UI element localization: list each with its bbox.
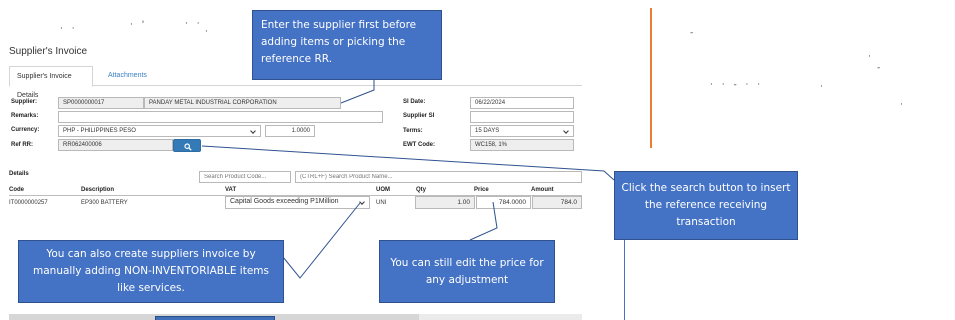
connector-price — [469, 201, 498, 241]
callout-edit-price: You can still edit the price for any adj… — [379, 240, 555, 303]
connector-search — [201, 145, 615, 181]
callout-non-inventoriable: You can also create suppliers invoice by… — [18, 240, 284, 303]
callout-search-button: Click the search button to insert the re… — [614, 171, 798, 240]
connector-services — [282, 202, 361, 279]
callout-enter-supplier: Enter the supplier first before adding i… — [252, 10, 442, 80]
connector-supplier — [340, 80, 375, 104]
